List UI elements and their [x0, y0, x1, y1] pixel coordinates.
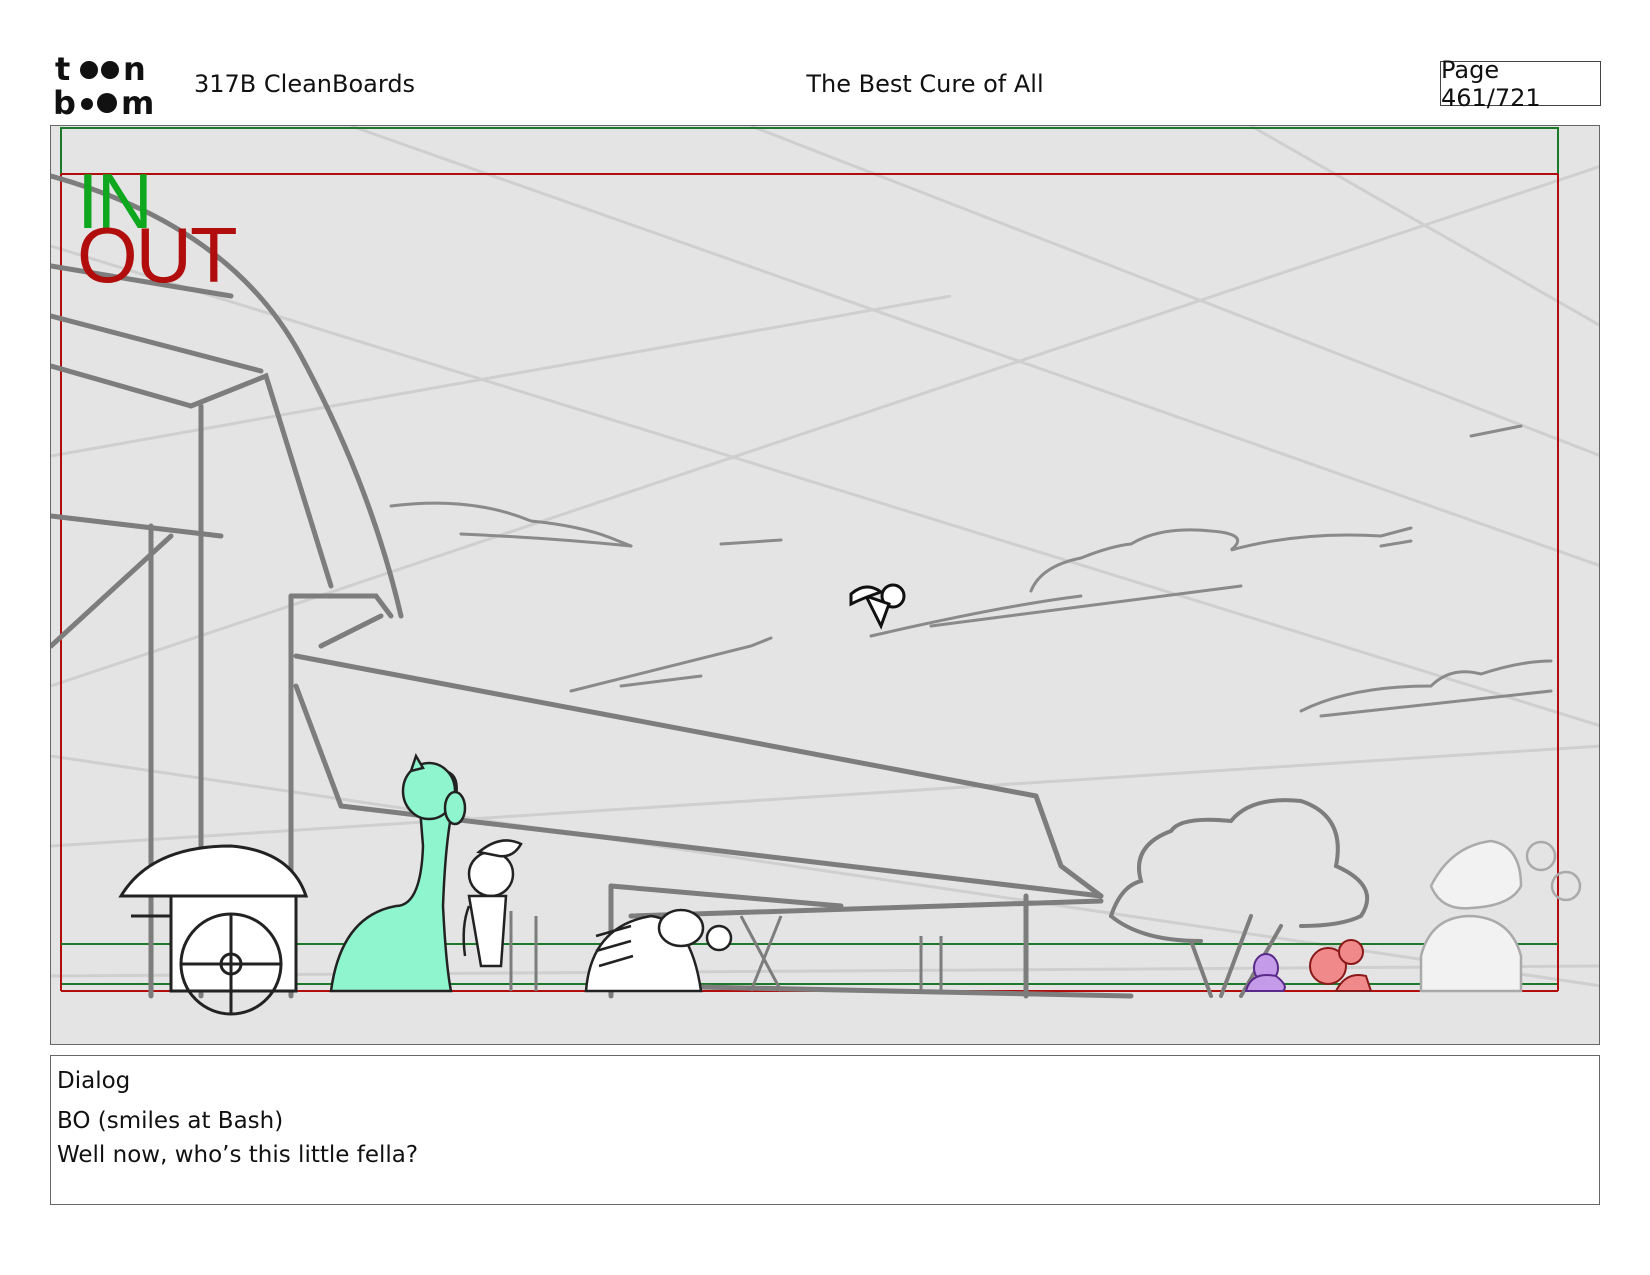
storyboard-panel: IN OUT	[50, 125, 1600, 1045]
dialog-line: Well now, who’s this little fella?	[57, 1142, 419, 1168]
panel-sketch	[51, 126, 1599, 1016]
dialog-heading: Dialog	[57, 1068, 131, 1094]
dialog-box: Dialog BO (smiles at Bash) Well now, who…	[50, 1055, 1600, 1205]
page-number: Page 461/721	[1440, 56, 1601, 112]
dialog-line: BO (smiles at Bash)	[57, 1108, 284, 1134]
out-marker: OUT	[77, 211, 238, 299]
sheet-title: The Best Cure of All	[806, 70, 1044, 98]
